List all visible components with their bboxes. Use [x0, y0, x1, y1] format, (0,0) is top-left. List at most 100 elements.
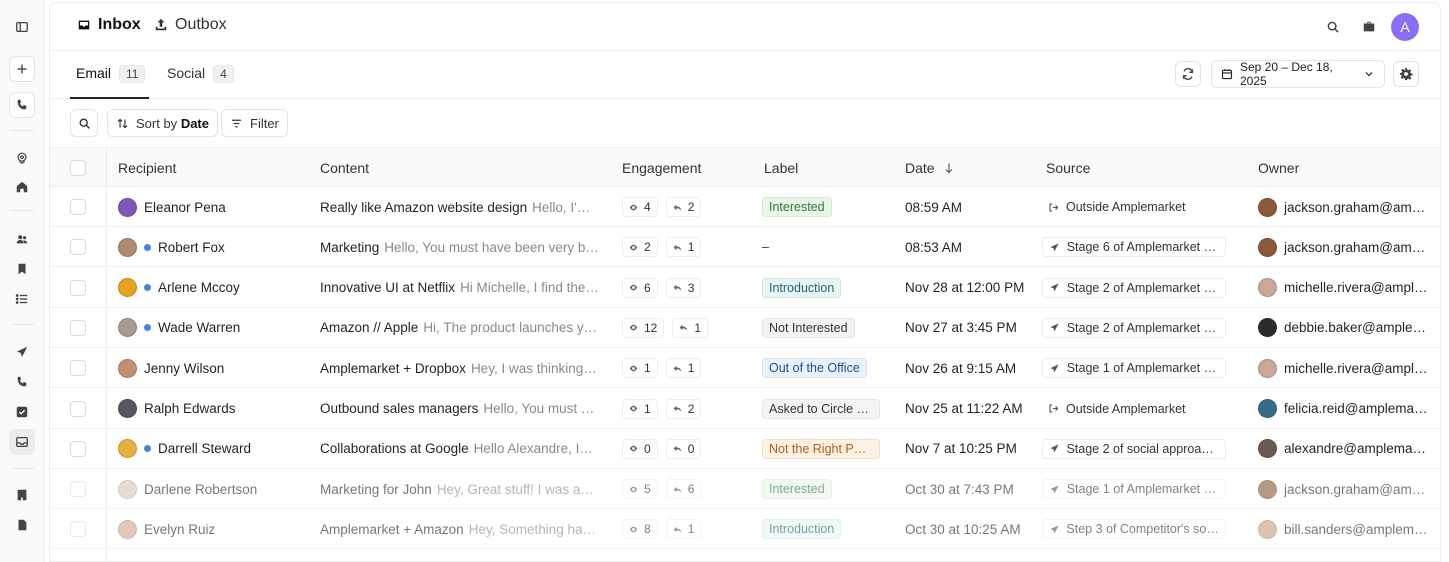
label-badge[interactable]: Introduction [762, 519, 842, 540]
message-subject: Collaborations at Google [320, 441, 469, 457]
engagement-cell: 5 6 [622, 469, 752, 509]
source-text: Stage 2 of Amplemarket a… [1066, 280, 1219, 295]
label-cell: Interested [762, 187, 892, 227]
location-icon[interactable] [9, 145, 35, 171]
search-list-button[interactable] [70, 109, 98, 137]
row-checkbox[interactable] [70, 360, 86, 377]
sort-button[interactable]: Sort by Date [107, 109, 218, 137]
col-source[interactable]: Source [1046, 160, 1090, 176]
message-preview: Hey, I was thinking… [470, 360, 597, 376]
select-all-checkbox[interactable] [70, 160, 86, 176]
date-range-picker[interactable]: Sep 20 – Dec 18, 2025 [1211, 60, 1385, 88]
sequence-send-icon [1049, 484, 1060, 495]
tab-inbox-label: Inbox [98, 16, 141, 33]
send-icon[interactable] [9, 339, 35, 365]
row-checkbox[interactable] [70, 440, 86, 457]
owner-cell: michelle.rivera@ampl… [1258, 348, 1438, 388]
source-badge[interactable]: Stage 2 of Amplemarket a… [1042, 317, 1226, 338]
source-badge[interactable]: Stage 2 of Amplemarket a… [1042, 277, 1226, 298]
refresh-icon[interactable] [1175, 61, 1201, 87]
owner-email: alexandre@amplemar… [1284, 441, 1429, 457]
row-checkbox[interactable] [70, 521, 86, 538]
list-icon[interactable] [9, 286, 35, 312]
search-list-icon [78, 117, 91, 130]
source-badge[interactable]: Step 3 of Competitor's soci… [1042, 519, 1226, 540]
label-badge[interactable]: Not Interested [762, 317, 855, 338]
source-text: Stage 1 of Amplemarket a… [1066, 361, 1219, 376]
document-icon[interactable] [9, 512, 35, 538]
tab-outbox[interactable]: Outbox [154, 16, 227, 34]
table-row[interactable]: Arlene Mccoy Innovative UI at Netflix Hi… [50, 268, 1440, 308]
sequence-send-icon [1049, 242, 1060, 253]
tab-inbox[interactable]: Inbox [77, 16, 141, 34]
message-subject: Marketing for John [320, 481, 432, 497]
row-checkbox[interactable] [70, 319, 86, 336]
building-icon[interactable] [9, 482, 35, 508]
bookmark-icon[interactable] [9, 256, 35, 282]
source-badge[interactable]: Stage 1 of Amplemarket a… [1042, 479, 1226, 500]
row-checkbox[interactable] [70, 239, 86, 256]
calls-icon[interactable] [9, 369, 35, 395]
recipient-avatar [118, 237, 137, 257]
source-badge[interactable]: Outside Amplemarket [1042, 198, 1192, 216]
label-badge[interactable]: Not the Right Pe… [762, 438, 880, 459]
user-avatar-initial: A [1400, 19, 1410, 35]
settings-gear-icon[interactable] [1393, 61, 1419, 87]
owner-email: bill.sanders@amplem… [1284, 521, 1428, 537]
people-icon[interactable] [9, 226, 35, 252]
label-badge[interactable]: Interested [762, 479, 832, 500]
col-date-label: Date [905, 160, 935, 176]
source-badge[interactable]: Stage 2 of social approach… [1042, 438, 1226, 459]
table-row[interactable]: Evelyn Ruiz Amplemarket + Amazon Hey, So… [50, 509, 1440, 550]
col-date[interactable]: Date [905, 160, 955, 176]
reply-icon [673, 404, 682, 413]
row-checkbox[interactable] [70, 481, 86, 498]
row-checkbox[interactable] [70, 400, 86, 417]
owner-email: debbie.baker@ample… [1284, 320, 1427, 336]
left-rail [0, 0, 44, 562]
label-badge[interactable]: Introduction [762, 277, 842, 298]
date-cell: Nov 25 at 11:22 AM [905, 401, 1023, 416]
phone-icon[interactable] [9, 92, 35, 118]
label-badge[interactable]: Out of the Office [762, 358, 867, 379]
table-row[interactable]: Darlene Robertson Marketing for John Hey… [50, 469, 1440, 510]
source-badge[interactable]: Stage 6 of Amplemarket a… [1042, 237, 1226, 258]
col-engagement[interactable]: Engagement [622, 160, 701, 176]
search-icon[interactable] [1320, 14, 1346, 40]
tab-social[interactable]: Social 4 [167, 63, 234, 99]
home-icon[interactable] [9, 174, 35, 200]
col-recipient[interactable]: Recipient [118, 160, 176, 176]
inbox-nav-icon[interactable] [9, 429, 35, 455]
reply-icon [673, 364, 682, 373]
tab-email[interactable]: Email 11 [70, 63, 149, 99]
label-badge[interactable]: Interested [762, 197, 832, 217]
label-badge[interactable]: – [762, 240, 769, 254]
source-badge[interactable]: Stage 1 of Amplemarket a… [1042, 358, 1226, 379]
table-row[interactable]: Robert Fox Marketing Hello, You must hav… [50, 227, 1440, 268]
table-row[interactable]: Eleanor Pena Really like Amazon website … [50, 187, 1440, 227]
add-icon[interactable] [9, 56, 35, 82]
outside-exit-icon [1048, 403, 1059, 414]
col-label[interactable]: Label [764, 160, 798, 176]
table-row[interactable]: Jenny Wilson Amplemarket + Dropbox Hey, … [50, 348, 1440, 389]
filter-button[interactable]: Filter [221, 109, 288, 137]
sequence-send-icon [1049, 443, 1059, 454]
row-checkbox[interactable] [70, 279, 86, 296]
briefcase-icon[interactable] [1356, 14, 1382, 40]
table-row[interactable]: Darrell Steward Collaborations at Google… [50, 429, 1440, 469]
table-row[interactable]: Ralph Edwards Outbound sales managers He… [50, 389, 1440, 429]
tasks-icon[interactable] [9, 399, 35, 425]
sidebar-toggle-icon[interactable] [9, 14, 35, 40]
row-checkbox[interactable] [70, 199, 86, 215]
source-badge[interactable]: Outside Amplemarket [1042, 400, 1192, 418]
user-avatar[interactable]: A [1391, 13, 1419, 41]
owner-avatar [1258, 399, 1277, 418]
sort-prefix: Sort by [136, 115, 178, 131]
source-text: Stage 2 of Amplemarket a… [1066, 320, 1219, 335]
col-owner[interactable]: Owner [1258, 160, 1299, 176]
content-cell: Marketing Hello, You must have been very… [320, 227, 600, 267]
col-content[interactable]: Content [320, 160, 369, 176]
recipient-cell: Eleanor Pena [118, 187, 308, 227]
table-row[interactable]: Wade Warren Amazon // Apple Hi, The prod… [50, 308, 1440, 348]
label-badge[interactable]: Asked to Circle B… [762, 398, 880, 419]
